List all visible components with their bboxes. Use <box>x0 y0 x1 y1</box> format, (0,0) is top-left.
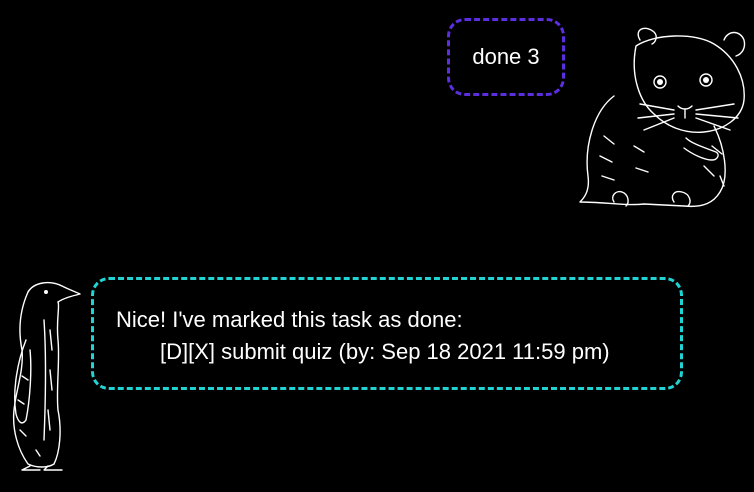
hamster-icon <box>574 26 750 214</box>
user-message-text: done 3 <box>472 44 540 69</box>
bot-message-bubble: Nice! I've marked this task as done: [D]… <box>91 277 683 390</box>
bot-message-line1: Nice! I've marked this task as done: <box>116 307 463 332</box>
user-message-bubble: done 3 <box>447 18 565 96</box>
bot-message-line2: [D][X] submit quiz (by: Sep 18 2021 11:5… <box>160 339 610 364</box>
penguin-icon <box>0 280 82 472</box>
